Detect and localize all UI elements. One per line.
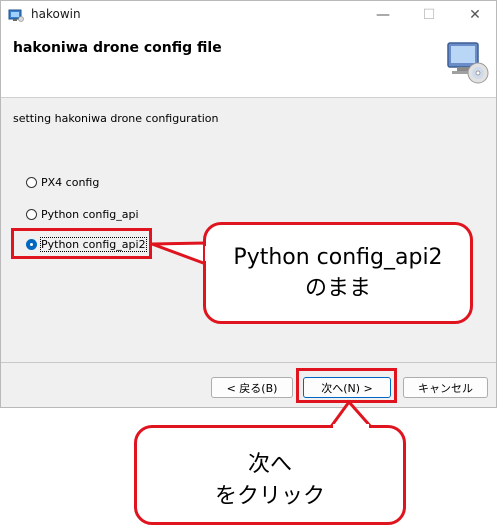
option-pointer-seam	[205, 246, 208, 261]
callout-seams	[205, 246, 369, 428]
next-pointer-seam	[333, 424, 369, 428]
